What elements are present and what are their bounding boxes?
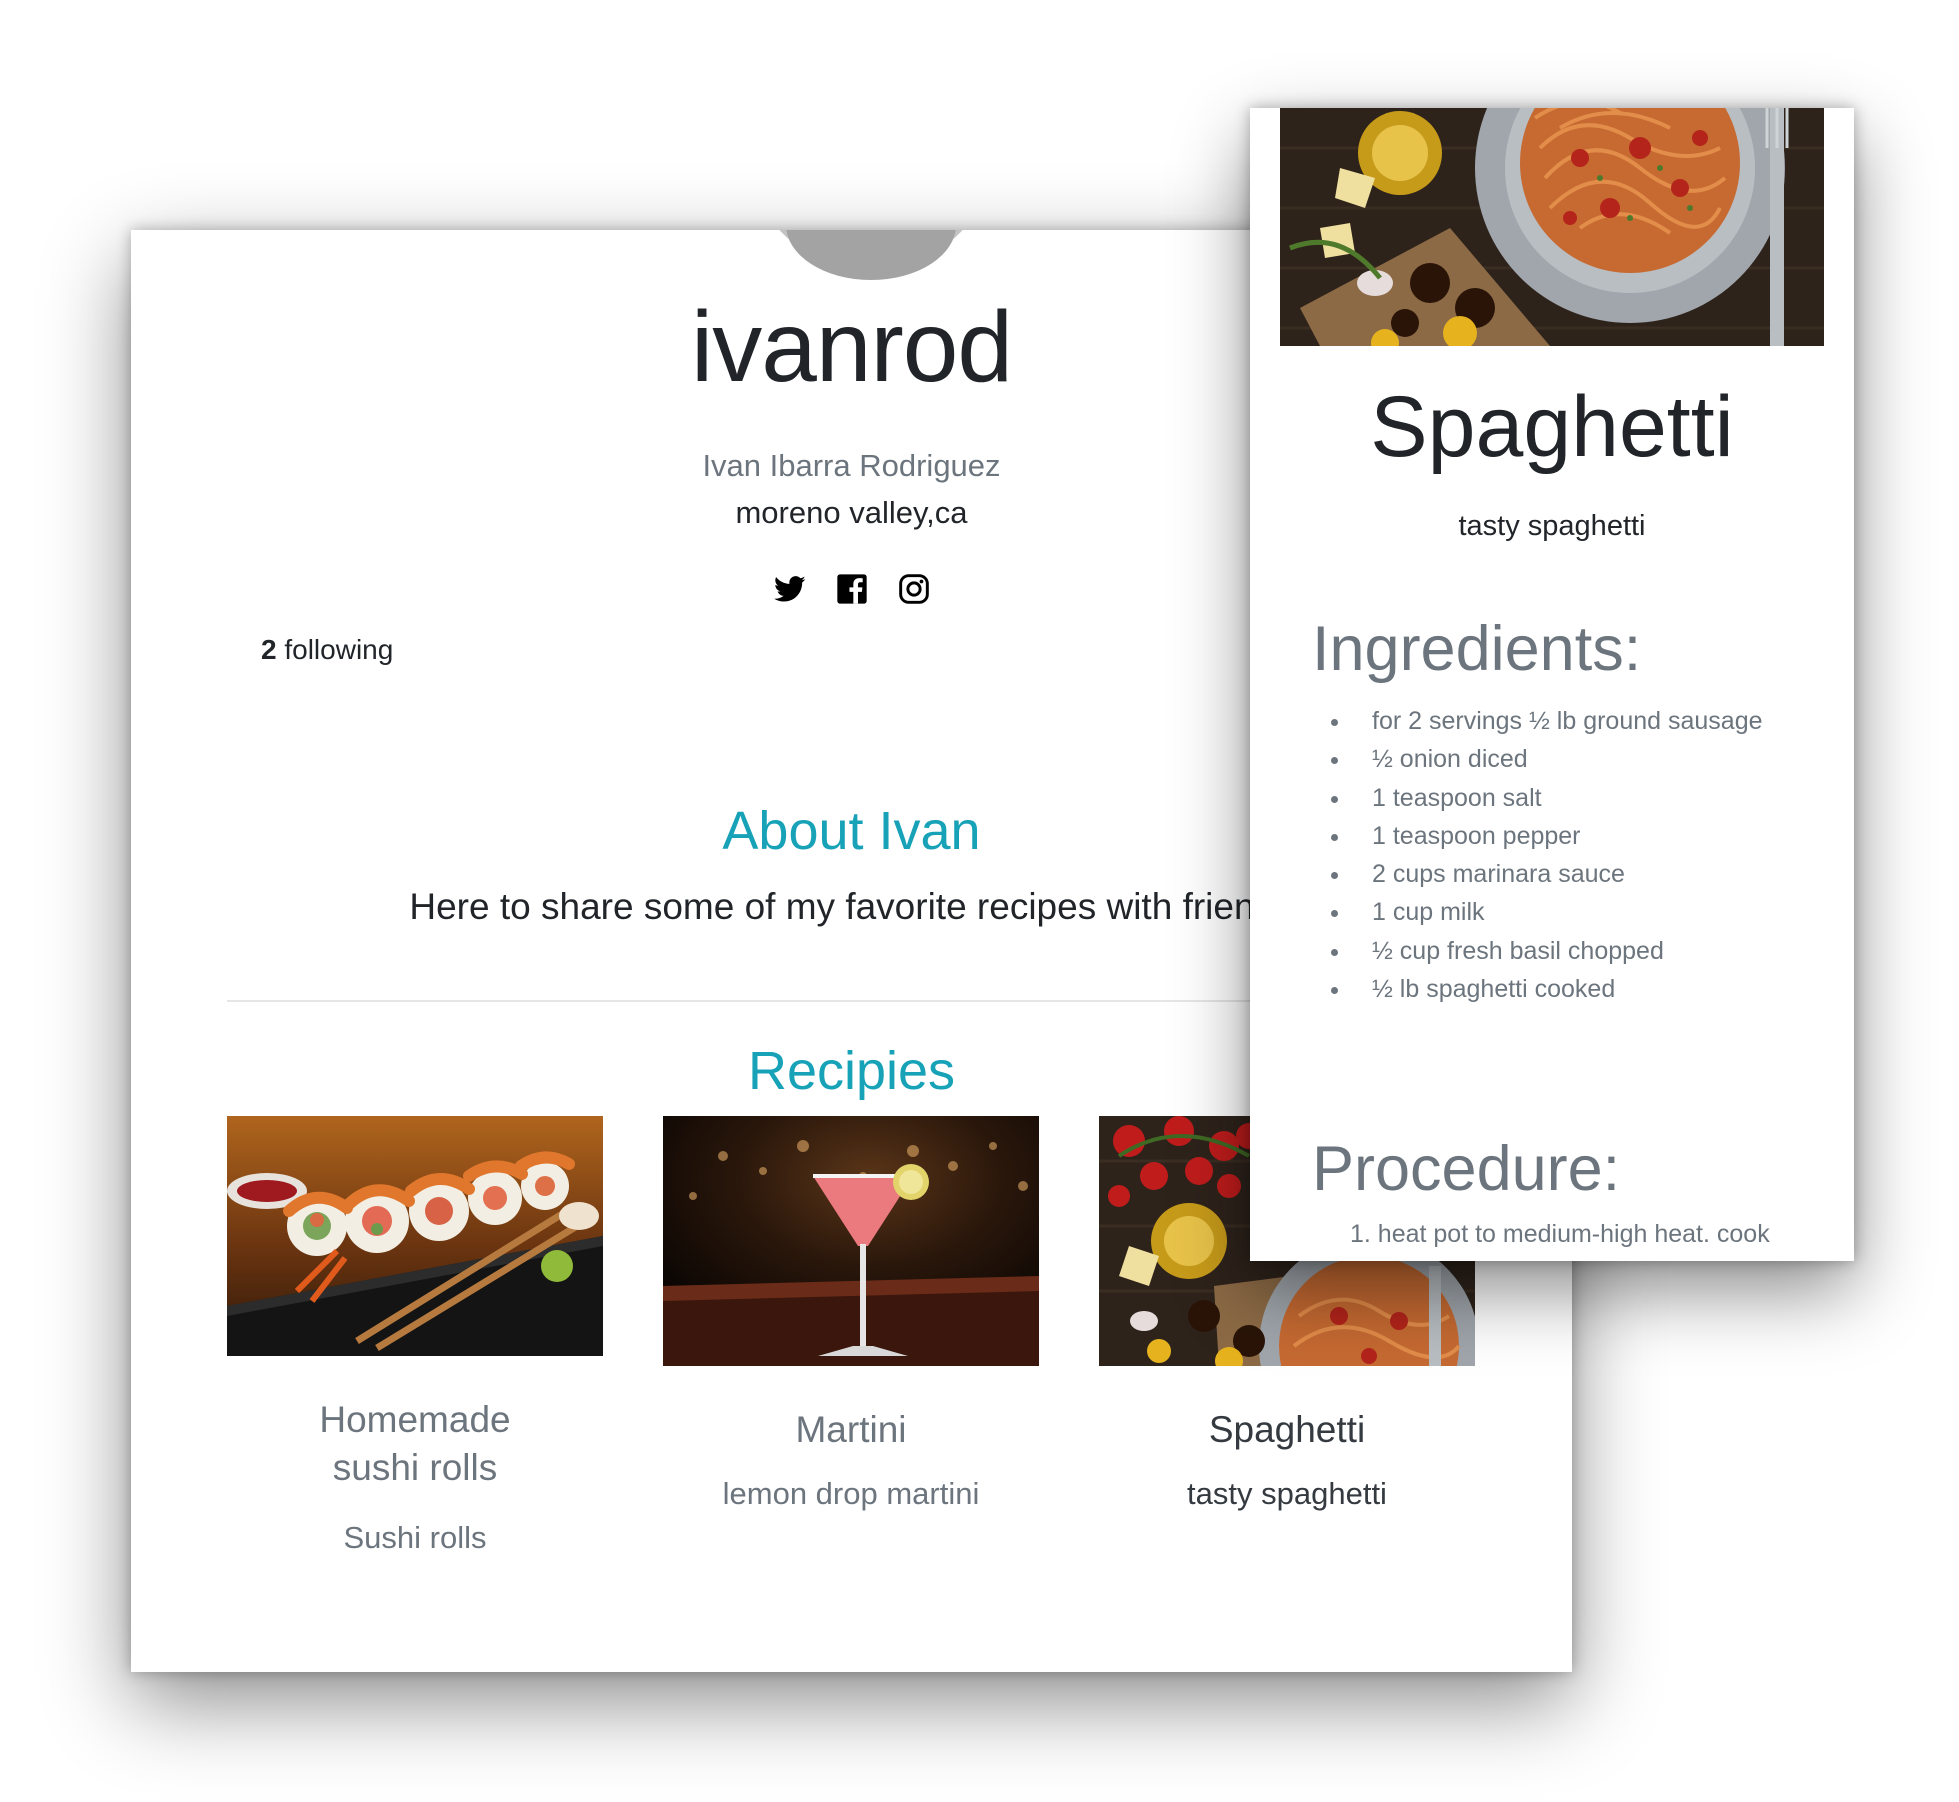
martini-photo xyxy=(663,1116,1039,1366)
recipe-title: Martini xyxy=(795,1409,907,1450)
screenshot-stage: ivanrod Ivan Ibarra Rodriguez moreno val… xyxy=(0,0,1959,1802)
ingredient-item: ½ onion diced xyxy=(1352,740,1763,778)
ingredient-item: 1 cup milk xyxy=(1352,893,1763,931)
ingredient-item: for 2 servings ½ lb ground sausage xyxy=(1352,702,1763,740)
detail-subtitle: tasty spaghetti xyxy=(1458,510,1646,542)
ingredient-item: 1 teaspoon salt xyxy=(1352,779,1763,817)
sushi-rolls-photo xyxy=(227,1116,603,1356)
twitter-icon[interactable] xyxy=(773,573,806,605)
recipe-subtitle: Sushi rolls xyxy=(343,1520,487,1555)
ingredient-item: ½ cup fresh basil chopped xyxy=(1352,932,1763,970)
avatar-photo xyxy=(786,230,956,280)
detail-title: Spaghetti xyxy=(1370,379,1734,475)
procedure-step: 1. heat pot to medium-high heat. cook xyxy=(1350,1220,1770,1248)
procedure-heading: Procedure: xyxy=(1312,1134,1621,1204)
facebook-icon[interactable] xyxy=(836,573,868,605)
ingredients-list: for 2 servings ½ lb ground sausage ½ oni… xyxy=(1312,702,1763,1008)
following-label: following xyxy=(276,634,394,665)
recipe-subtitle: tasty spaghetti xyxy=(1187,1476,1387,1511)
recipe-card-martini[interactable]: Martini lemon drop martini xyxy=(663,1116,1039,1512)
recipe-detail-window: Spaghetti tasty spaghetti Ingredients: f… xyxy=(1250,108,1854,1261)
recipe-title: Homemade sushi rolls xyxy=(319,1399,511,1488)
ingredient-item: 2 cups marinara sauce xyxy=(1352,855,1763,893)
ingredient-item: 1 teaspoon pepper xyxy=(1352,817,1763,855)
instagram-icon[interactable] xyxy=(898,573,930,605)
recipe-subtitle: lemon drop martini xyxy=(722,1476,980,1511)
ingredients-heading: Ingredients: xyxy=(1312,614,1642,684)
following-count[interactable]: 2 following xyxy=(261,634,393,666)
procedure-list: 1. heat pot to medium-high heat. cook xyxy=(1350,1220,1770,1249)
recipe-title: Spaghetti xyxy=(1208,1409,1366,1450)
avatar[interactable] xyxy=(746,230,996,280)
recipe-card-sushi[interactable]: Homemade sushi rolls Sushi rolls xyxy=(227,1116,603,1556)
ingredient-item: ½ lb spaghetti cooked xyxy=(1352,970,1763,1008)
following-number: 2 xyxy=(261,634,277,665)
detail-hero-photo xyxy=(1280,108,1824,346)
